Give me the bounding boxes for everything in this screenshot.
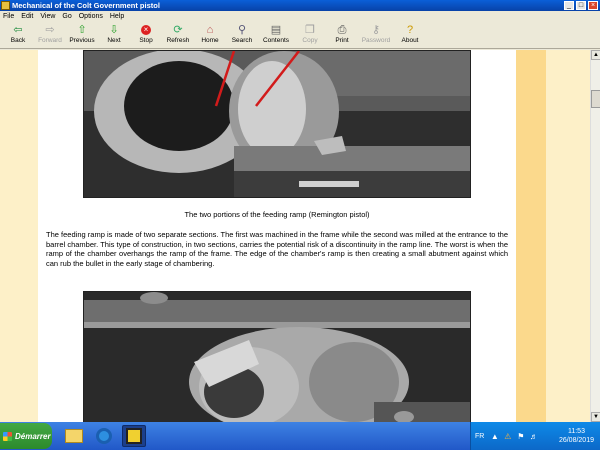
- scroll-thumb[interactable]: [591, 90, 600, 108]
- copy-label: Copy: [302, 37, 318, 44]
- stop-icon: ×: [140, 24, 152, 36]
- password-button[interactable]: ⚷ Password: [358, 22, 394, 44]
- refresh-icon: ⟳: [173, 24, 183, 36]
- clock-date: 26/08/2019: [558, 437, 594, 444]
- maximize-button[interactable]: □: [576, 1, 586, 10]
- back-label: Back: [10, 37, 26, 44]
- menu-go[interactable]: Go: [62, 13, 71, 20]
- language-indicator[interactable]: FR: [475, 433, 484, 440]
- article-page: The two portions of the feeding ramp (Re…: [38, 50, 516, 422]
- print-button[interactable]: ⎙ Print: [326, 22, 358, 44]
- menu-edit[interactable]: Edit: [21, 13, 33, 20]
- toolbar: ⇦ Back ⇨ Forward ⇧ Previous ⇩ Next × Sto…: [0, 22, 600, 49]
- copy-button[interactable]: ❐ Copy: [294, 22, 326, 44]
- home-icon: ⌂: [206, 24, 214, 36]
- explorer-taskbar-button[interactable]: [62, 425, 86, 447]
- browser-icon: [96, 428, 112, 444]
- left-margin: [0, 50, 38, 422]
- chamber-photo: [83, 291, 471, 422]
- contents-button[interactable]: ▤ Contents: [258, 22, 294, 44]
- chamber-photo-graphic: [84, 292, 470, 422]
- start-label: Démarrer: [15, 431, 51, 441]
- network-icon[interactable]: ▲: [490, 432, 499, 441]
- menu-file[interactable]: File: [3, 13, 14, 20]
- window-title: Mechanical of the Colt Government pistol: [12, 1, 160, 10]
- password-label: Password: [361, 37, 391, 44]
- vertical-scrollbar[interactable]: ▲ ▼: [590, 50, 600, 422]
- photo-caption: The two portions of the feeding ramp (Re…: [184, 210, 370, 219]
- clock[interactable]: 11:53 26/08/2019: [559, 427, 594, 445]
- arrow-left-icon: ⇦: [13, 24, 23, 36]
- next-button[interactable]: ⇩ Next: [98, 22, 130, 44]
- clock-time: 11:53: [567, 428, 585, 435]
- previous-label: Previous: [69, 37, 95, 44]
- scroll-up-button[interactable]: ▲: [591, 50, 600, 60]
- arrow-down-icon: ⇩: [109, 24, 119, 36]
- about-icon: ?: [406, 24, 414, 36]
- copy-icon: ❐: [305, 24, 315, 36]
- forward-label: Forward: [38, 37, 62, 44]
- article-paragraph: The feeding ramp is made of two separate…: [46, 230, 508, 268]
- about-button[interactable]: ? About: [394, 22, 426, 44]
- menu-view[interactable]: View: [40, 13, 55, 20]
- system-tray: FR ▲ ⚠ ⚑ ♬ 11:53 26/08/2019: [470, 422, 600, 450]
- arrow-right-icon: ⇨: [45, 24, 55, 36]
- contents-icon: ▤: [270, 24, 282, 36]
- right-stripe: [516, 50, 546, 422]
- minimize-button[interactable]: _: [564, 1, 574, 10]
- print-icon: ⎙: [337, 24, 347, 36]
- search-button[interactable]: ⚲ Search: [226, 22, 258, 44]
- menu-bar: File Edit View Go Options Help: [0, 11, 600, 22]
- warning-icon[interactable]: ⚠: [503, 432, 512, 441]
- menu-help[interactable]: Help: [110, 13, 124, 20]
- stop-button[interactable]: × Stop: [130, 22, 162, 44]
- previous-button[interactable]: ⇧ Previous: [66, 22, 98, 44]
- feeding-ramp-photo-graphic: [84, 51, 470, 197]
- feeding-ramp-photo: [83, 50, 471, 198]
- menu-options[interactable]: Options: [79, 13, 103, 20]
- refresh-button[interactable]: ⟳ Refresh: [162, 22, 194, 44]
- folder-icon: [65, 429, 83, 443]
- next-label: Next: [107, 37, 121, 44]
- home-button[interactable]: ⌂ Home: [194, 22, 226, 44]
- key-icon: ⚷: [371, 24, 381, 36]
- search-label: Search: [231, 37, 253, 44]
- refresh-label: Refresh: [166, 37, 190, 44]
- forward-button[interactable]: ⇨ Forward: [34, 22, 66, 44]
- arrow-up-icon: ⇧: [77, 24, 87, 36]
- title-bar: Mechanical of the Colt Government pistol…: [0, 0, 600, 11]
- back-button[interactable]: ⇦ Back: [2, 22, 34, 44]
- contents-label: Contents: [262, 37, 290, 44]
- about-label: About: [401, 37, 419, 44]
- home-label: Home: [201, 37, 219, 44]
- browser-taskbar-button[interactable]: [92, 425, 116, 447]
- search-icon: ⚲: [237, 24, 247, 36]
- taskbar: Démarrer FR ▲ ⚠ ⚑ ♬ 11:53 26/08/2019: [0, 422, 600, 450]
- print-label: Print: [335, 37, 349, 44]
- content-area: The two portions of the feeding ramp (Re…: [0, 50, 590, 422]
- volume-icon[interactable]: ♬: [529, 432, 538, 441]
- start-button[interactable]: Démarrer: [0, 423, 52, 449]
- help-viewer-taskbar-button[interactable]: [122, 425, 146, 447]
- close-button[interactable]: ×: [588, 1, 598, 10]
- scroll-down-button[interactable]: ▼: [591, 412, 600, 422]
- flag-icon[interactable]: ⚑: [516, 432, 525, 441]
- stop-label: Stop: [139, 37, 153, 44]
- windows-logo-icon: [3, 431, 12, 441]
- help-viewer-icon: [126, 428, 142, 444]
- app-icon: [1, 1, 10, 10]
